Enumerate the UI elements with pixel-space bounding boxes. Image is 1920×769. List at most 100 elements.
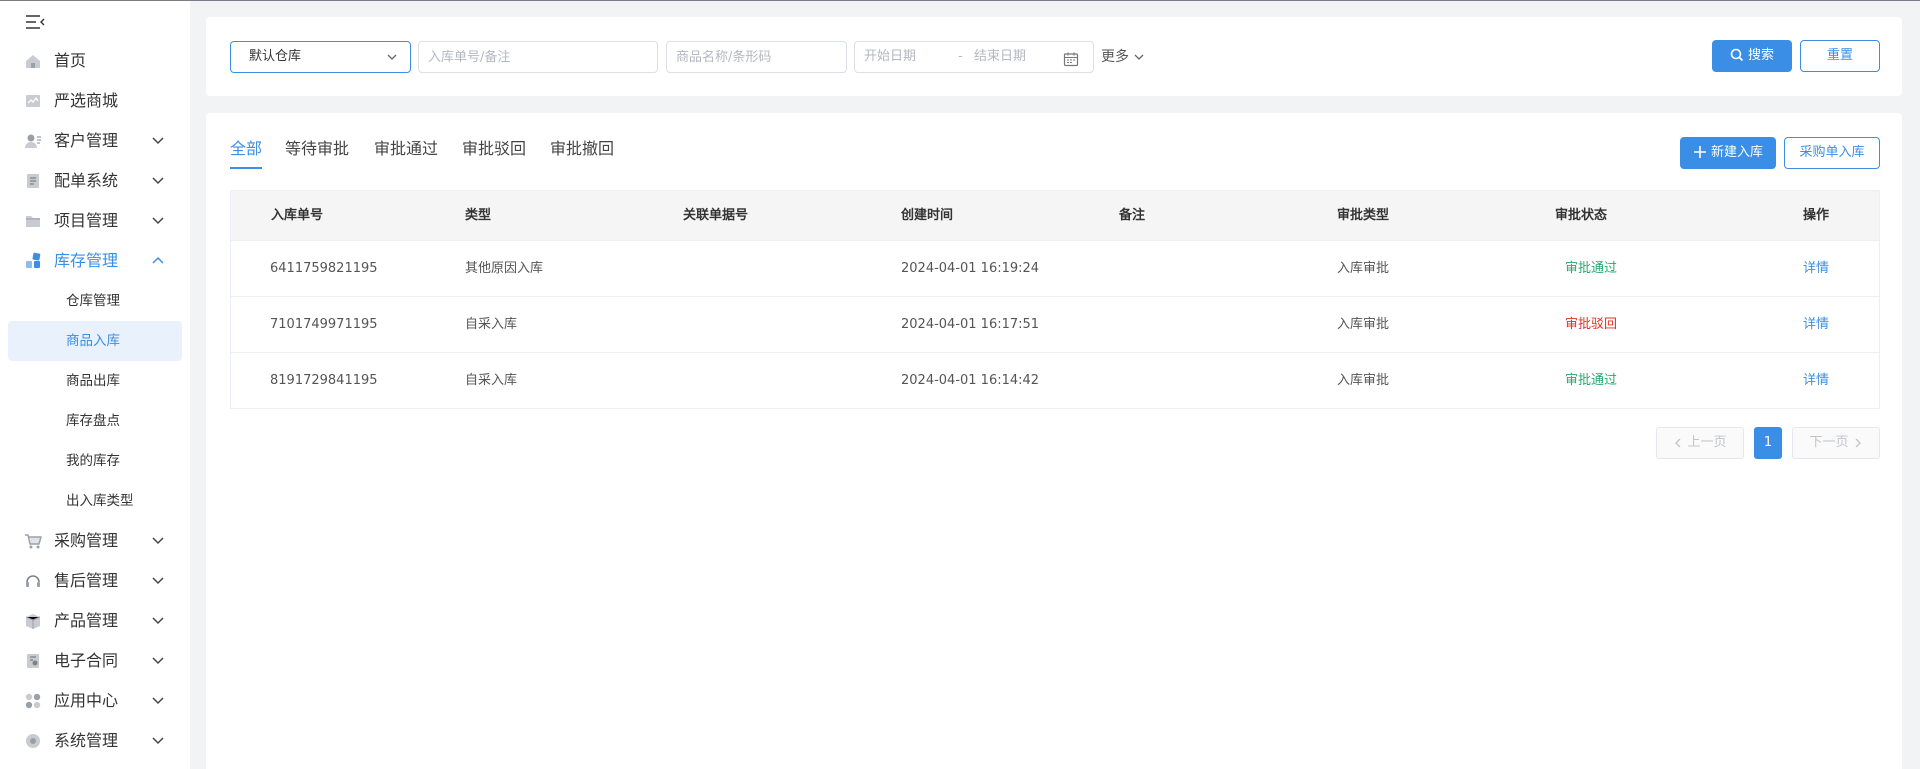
sidebar-item-label: 严选商城 [54,91,119,110]
type-cell: 其他原因入库 [465,261,544,276]
order-id-cell: 7101749971195 [270,317,378,332]
new-stock-in-label: 新建入库 [1710,145,1763,160]
sidebar-subitem-label: 我的库存 [66,453,120,469]
product-input[interactable] [667,42,846,72]
search-button-label: 搜索 [1747,48,1774,63]
reset-button-label: 重置 [1826,48,1853,63]
sidebar-item-purchase[interactable]: 采购管理 [0,521,190,561]
sidebar-item-label: 项目管理 [54,211,119,230]
table-row: 6411759821195 其他原因入库 2024-04-01 16:19:24… [231,241,1879,297]
warehouse-select-value: 默认仓库 [249,49,302,64]
sidebar-subitem-label: 商品入库 [66,333,120,349]
home-icon [24,52,42,70]
order-number-input[interactable] [419,42,657,72]
sidebar-item-system[interactable]: 系统管理 [0,721,190,761]
column-header: 备注 [1119,208,1146,223]
sidebar-item-inventory[interactable]: 库存管理 [0,241,190,281]
prev-page-button[interactable]: 上一页 [1656,427,1744,459]
sidebar-item-project[interactable]: 项目管理 [0,201,190,241]
chevron-down-icon [151,175,165,187]
sidebar-item-label: 采购管理 [54,531,119,550]
sidebar-subitem-io-types[interactable]: 出入库类型 [0,481,190,521]
sidebar-item-product[interactable]: 产品管理 [0,601,190,641]
purchase-order-stock-in-button[interactable]: 采购单入库 [1784,137,1880,169]
type-cell: 自采入库 [465,373,518,388]
chevron-up-icon [151,255,165,267]
detail-link[interactable]: 详情 [1803,297,1829,352]
new-stock-in-button[interactable]: 新建入库 [1680,137,1776,169]
customer-icon [24,132,42,150]
tab-all[interactable]: 全部 [230,131,263,171]
created-time-cell: 2024-04-01 16:14:42 [901,373,1040,388]
sidebar-item-label: 电子合同 [54,651,119,670]
detail-link[interactable]: 详情 [1803,241,1829,296]
sidebar-item-contract[interactable]: 电子合同 [0,641,190,681]
sidebar-item-label: 产品管理 [54,611,119,630]
sidebar-item-apps[interactable]: 应用中心 [0,681,190,721]
stock-in-list-panel: 全部 等待审批 审批通过 审批驳回 审批撤回 新建入库 采购单入库 入库单号 类… [206,113,1902,769]
sidebar-item-label: 首页 [54,51,87,70]
sidebar-item-label: 库存管理 [54,251,119,270]
column-header: 审批状态 [1555,208,1608,223]
sidebar: 首页 严选商城 客户管理 配单系统 项目管理 库存管理 仓库管理 商品入库 商品… [0,1,190,769]
chevron-down-icon [151,215,165,227]
sidebar-subitem-stock-in[interactable]: 商品入库 [0,321,190,361]
order-icon [24,172,42,190]
chevron-down-icon [386,51,398,63]
apps-icon [24,692,42,710]
sidebar-item-label: 配单系统 [54,171,119,190]
sidebar-item-label: 客户管理 [54,131,119,150]
chevron-down-icon [151,655,165,667]
detail-link[interactable]: 详情 [1803,353,1829,408]
page-number-current[interactable]: 1 [1754,427,1782,459]
approval-type-cell: 入库审批 [1337,317,1390,332]
sidebar-item-home[interactable]: 首页 [0,41,190,81]
sidebar-item-customer[interactable]: 客户管理 [0,121,190,161]
warehouse-select[interactable]: 默认仓库 [230,41,411,73]
sidebar-subitem-label: 库存盘点 [66,413,120,429]
sidebar-subitem-label: 仓库管理 [66,293,120,309]
sidebar-subitem-label: 商品出库 [66,373,120,389]
headset-icon [24,572,42,590]
more-filters-toggle[interactable]: 更多 [1101,41,1145,73]
stock-in-table: 入库单号 类型 关联单据号 创建时间 备注 审批类型 审批状态 操作 64117… [230,190,1880,409]
plus-icon [1693,145,1706,158]
sidebar-item-label: 系统管理 [54,731,119,750]
column-header: 创建时间 [901,208,954,223]
sidebar-subitem-stocktake[interactable]: 库存盘点 [0,401,190,441]
next-page-label: 下一页 [1809,435,1849,450]
order-id-cell: 8191729841195 [270,373,378,388]
sidebar-subitem-my-stock[interactable]: 我的库存 [0,441,190,481]
folder-icon [24,212,42,230]
tab-approved[interactable]: 审批通过 [374,131,438,171]
next-page-button[interactable]: 下一页 [1792,427,1880,459]
sidebar-item-mall[interactable]: 严选商城 [0,81,190,121]
sidebar-item-label: 应用中心 [54,691,119,710]
menu-collapse-icon[interactable] [24,13,46,31]
chevron-down-icon [151,135,165,147]
reset-button[interactable]: 重置 [1800,40,1880,72]
search-button[interactable]: 搜索 [1712,40,1792,72]
column-header: 关联单据号 [683,208,749,223]
filter-bar: 默认仓库 开始日期 - 结束日期 更多 搜索 重置 [206,17,1902,96]
tab-rejected[interactable]: 审批驳回 [462,131,526,171]
inventory-icon [24,252,42,270]
chevron-down-icon [1134,54,1144,60]
column-header: 审批类型 [1337,208,1390,223]
more-filters-label: 更多 [1101,49,1129,65]
chevron-down-icon [151,615,165,627]
chevron-right-icon [1855,438,1861,447]
date-range-picker[interactable]: 开始日期 - 结束日期 [854,41,1094,73]
contract-icon [24,652,42,670]
tab-pending[interactable]: 等待审批 [285,131,349,171]
start-date-placeholder[interactable]: 开始日期 [864,42,916,72]
sidebar-item-after-sales[interactable]: 售后管理 [0,561,190,601]
end-date-placeholder[interactable]: 结束日期 [974,42,1026,72]
order-id-cell: 6411759821195 [270,261,378,276]
sidebar-subitem-warehouse[interactable]: 仓库管理 [0,281,190,321]
tab-withdrawn[interactable]: 审批撤回 [550,131,614,171]
approval-status-badge: 审批通过 [1565,373,1618,388]
sidebar-item-order-system[interactable]: 配单系统 [0,161,190,201]
column-header: 入库单号 [271,208,324,223]
sidebar-subitem-stock-out[interactable]: 商品出库 [0,361,190,401]
